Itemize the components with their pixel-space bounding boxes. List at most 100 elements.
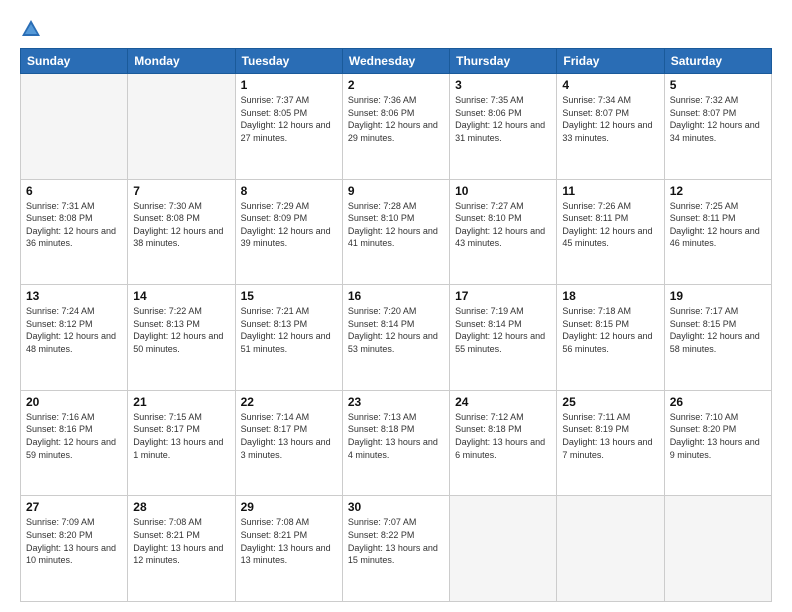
weekday-header-monday: Monday <box>128 49 235 74</box>
weekday-header-saturday: Saturday <box>664 49 771 74</box>
day-info: Sunrise: 7:35 AM Sunset: 8:06 PM Dayligh… <box>455 94 551 144</box>
day-info: Sunrise: 7:13 AM Sunset: 8:18 PM Dayligh… <box>348 411 444 461</box>
calendar-cell <box>664 496 771 602</box>
calendar-cell: 26Sunrise: 7:10 AM Sunset: 8:20 PM Dayli… <box>664 390 771 496</box>
week-row-5: 27 Sunrise: 7:09 AM Sunset: 8:20 PM Dayli… <box>21 496 772 602</box>
calendar-cell: 11 Sunrise: 7:26 AM Sunset: 8:11 PM Dayli… <box>557 179 664 285</box>
calendar-cell: 16Sunrise: 7:20 AM Sunset: 8:14 PM Dayli… <box>342 285 449 391</box>
day-number: 27 <box>26 500 122 514</box>
day-number: 7 <box>133 184 229 198</box>
day-number: 5 <box>670 78 766 92</box>
day-info: Sunrise: 7:16 AM Sunset: 8:16 PM Dayligh… <box>26 411 122 461</box>
calendar-cell: 24 Sunrise: 7:12 AM Sunset: 8:18 PM Dayli… <box>450 390 557 496</box>
day-info: Sunrise: 7:27 AM Sunset: 8:10 PM Dayligh… <box>455 200 551 250</box>
day-number: 18 <box>562 289 658 303</box>
day-info: Sunrise: 7:08 AM Sunset: 8:21 PM Dayligh… <box>241 516 337 566</box>
day-number: 24 <box>455 395 551 409</box>
calendar-cell: 4 Sunrise: 7:34 AM Sunset: 8:07 PM Daylig… <box>557 74 664 180</box>
day-info: Sunrise: 7:19 AM Sunset: 8:14 PM Dayligh… <box>455 305 551 355</box>
calendar-cell: 25 Sunrise: 7:11 AM Sunset: 8:19 PM Dayli… <box>557 390 664 496</box>
day-number: 13 <box>26 289 122 303</box>
week-row-4: 20 Sunrise: 7:16 AM Sunset: 8:16 PM Dayli… <box>21 390 772 496</box>
day-number: 21 <box>133 395 229 409</box>
weekday-header-tuesday: Tuesday <box>235 49 342 74</box>
day-number: 11 <box>562 184 658 198</box>
day-info: Sunrise: 7:12 AM Sunset: 8:18 PM Dayligh… <box>455 411 551 461</box>
day-info: Sunrise: 7:14 AM Sunset: 8:17 PM Dayligh… <box>241 411 337 461</box>
day-info: Sunrise: 7:08 AM Sunset: 8:21 PM Dayligh… <box>133 516 229 566</box>
day-number: 15 <box>241 289 337 303</box>
day-info: Sunrise: 7:22 AM Sunset: 8:13 PM Dayligh… <box>133 305 229 355</box>
calendar-cell: 12 Sunrise: 7:25 AM Sunset: 8:11 PM Dayli… <box>664 179 771 285</box>
day-info: Sunrise: 7:17 AM Sunset: 8:15 PM Dayligh… <box>670 305 766 355</box>
day-info: Sunrise: 7:26 AM Sunset: 8:11 PM Dayligh… <box>562 200 658 250</box>
calendar-cell: 29 Sunrise: 7:08 AM Sunset: 8:21 PM Dayli… <box>235 496 342 602</box>
calendar-cell: 9Sunrise: 7:28 AM Sunset: 8:10 PM Daylig… <box>342 179 449 285</box>
calendar-cell: 5Sunrise: 7:32 AM Sunset: 8:07 PM Daylig… <box>664 74 771 180</box>
day-number: 23 <box>348 395 444 409</box>
calendar-cell: 22 Sunrise: 7:14 AM Sunset: 8:17 PM Dayli… <box>235 390 342 496</box>
calendar-cell: 8 Sunrise: 7:29 AM Sunset: 8:09 PM Daylig… <box>235 179 342 285</box>
day-number: 12 <box>670 184 766 198</box>
calendar-cell: 18 Sunrise: 7:18 AM Sunset: 8:15 PM Dayli… <box>557 285 664 391</box>
calendar-cell: 28 Sunrise: 7:08 AM Sunset: 8:21 PM Dayli… <box>128 496 235 602</box>
calendar-cell: 10 Sunrise: 7:27 AM Sunset: 8:10 PM Dayli… <box>450 179 557 285</box>
day-number: 3 <box>455 78 551 92</box>
day-info: Sunrise: 7:25 AM Sunset: 8:11 PM Dayligh… <box>670 200 766 250</box>
day-number: 17 <box>455 289 551 303</box>
week-row-2: 6 Sunrise: 7:31 AM Sunset: 8:08 PM Daylig… <box>21 179 772 285</box>
calendar-cell: 21 Sunrise: 7:15 AM Sunset: 8:17 PM Dayli… <box>128 390 235 496</box>
calendar-cell: 13 Sunrise: 7:24 AM Sunset: 8:12 PM Dayli… <box>21 285 128 391</box>
calendar-cell: 3 Sunrise: 7:35 AM Sunset: 8:06 PM Daylig… <box>450 74 557 180</box>
day-number: 20 <box>26 395 122 409</box>
day-info: Sunrise: 7:29 AM Sunset: 8:09 PM Dayligh… <box>241 200 337 250</box>
header <box>20 18 772 40</box>
day-info: Sunrise: 7:24 AM Sunset: 8:12 PM Dayligh… <box>26 305 122 355</box>
calendar-cell: 1 Sunrise: 7:37 AM Sunset: 8:05 PM Daylig… <box>235 74 342 180</box>
day-number: 10 <box>455 184 551 198</box>
day-info: Sunrise: 7:11 AM Sunset: 8:19 PM Dayligh… <box>562 411 658 461</box>
day-number: 2 <box>348 78 444 92</box>
day-info: Sunrise: 7:15 AM Sunset: 8:17 PM Dayligh… <box>133 411 229 461</box>
day-number: 28 <box>133 500 229 514</box>
day-info: Sunrise: 7:20 AM Sunset: 8:14 PM Dayligh… <box>348 305 444 355</box>
calendar-cell: 17 Sunrise: 7:19 AM Sunset: 8:14 PM Dayli… <box>450 285 557 391</box>
weekday-header-row: SundayMondayTuesdayWednesdayThursdayFrid… <box>21 49 772 74</box>
day-info: Sunrise: 7:30 AM Sunset: 8:08 PM Dayligh… <box>133 200 229 250</box>
calendar-cell <box>128 74 235 180</box>
calendar-cell: 14Sunrise: 7:22 AM Sunset: 8:13 PM Dayli… <box>128 285 235 391</box>
calendar-cell: 27 Sunrise: 7:09 AM Sunset: 8:20 PM Dayli… <box>21 496 128 602</box>
calendar-cell <box>557 496 664 602</box>
weekday-header-wednesday: Wednesday <box>342 49 449 74</box>
day-number: 9 <box>348 184 444 198</box>
day-info: Sunrise: 7:10 AM Sunset: 8:20 PM Dayligh… <box>670 411 766 461</box>
day-info: Sunrise: 7:09 AM Sunset: 8:20 PM Dayligh… <box>26 516 122 566</box>
calendar-cell <box>450 496 557 602</box>
weekday-header-friday: Friday <box>557 49 664 74</box>
logo <box>20 18 46 40</box>
calendar-cell: 2Sunrise: 7:36 AM Sunset: 8:06 PM Daylig… <box>342 74 449 180</box>
day-info: Sunrise: 7:34 AM Sunset: 8:07 PM Dayligh… <box>562 94 658 144</box>
day-number: 29 <box>241 500 337 514</box>
day-info: Sunrise: 7:31 AM Sunset: 8:08 PM Dayligh… <box>26 200 122 250</box>
day-info: Sunrise: 7:37 AM Sunset: 8:05 PM Dayligh… <box>241 94 337 144</box>
calendar-table: SundayMondayTuesdayWednesdayThursdayFrid… <box>20 48 772 602</box>
calendar-cell: 23 Sunrise: 7:13 AM Sunset: 8:18 PM Dayli… <box>342 390 449 496</box>
calendar-cell: 6 Sunrise: 7:31 AM Sunset: 8:08 PM Daylig… <box>21 179 128 285</box>
day-info: Sunrise: 7:21 AM Sunset: 8:13 PM Dayligh… <box>241 305 337 355</box>
day-number: 8 <box>241 184 337 198</box>
day-number: 25 <box>562 395 658 409</box>
calendar-cell: 20 Sunrise: 7:16 AM Sunset: 8:16 PM Dayli… <box>21 390 128 496</box>
day-info: Sunrise: 7:18 AM Sunset: 8:15 PM Dayligh… <box>562 305 658 355</box>
day-info: Sunrise: 7:07 AM Sunset: 8:22 PM Dayligh… <box>348 516 444 566</box>
day-number: 30 <box>348 500 444 514</box>
calendar-cell: 7 Sunrise: 7:30 AM Sunset: 8:08 PM Daylig… <box>128 179 235 285</box>
week-row-1: 1 Sunrise: 7:37 AM Sunset: 8:05 PM Daylig… <box>21 74 772 180</box>
day-number: 1 <box>241 78 337 92</box>
logo-icon <box>20 18 42 40</box>
day-number: 19 <box>670 289 766 303</box>
calendar-cell <box>21 74 128 180</box>
day-number: 6 <box>26 184 122 198</box>
day-number: 22 <box>241 395 337 409</box>
day-number: 4 <box>562 78 658 92</box>
